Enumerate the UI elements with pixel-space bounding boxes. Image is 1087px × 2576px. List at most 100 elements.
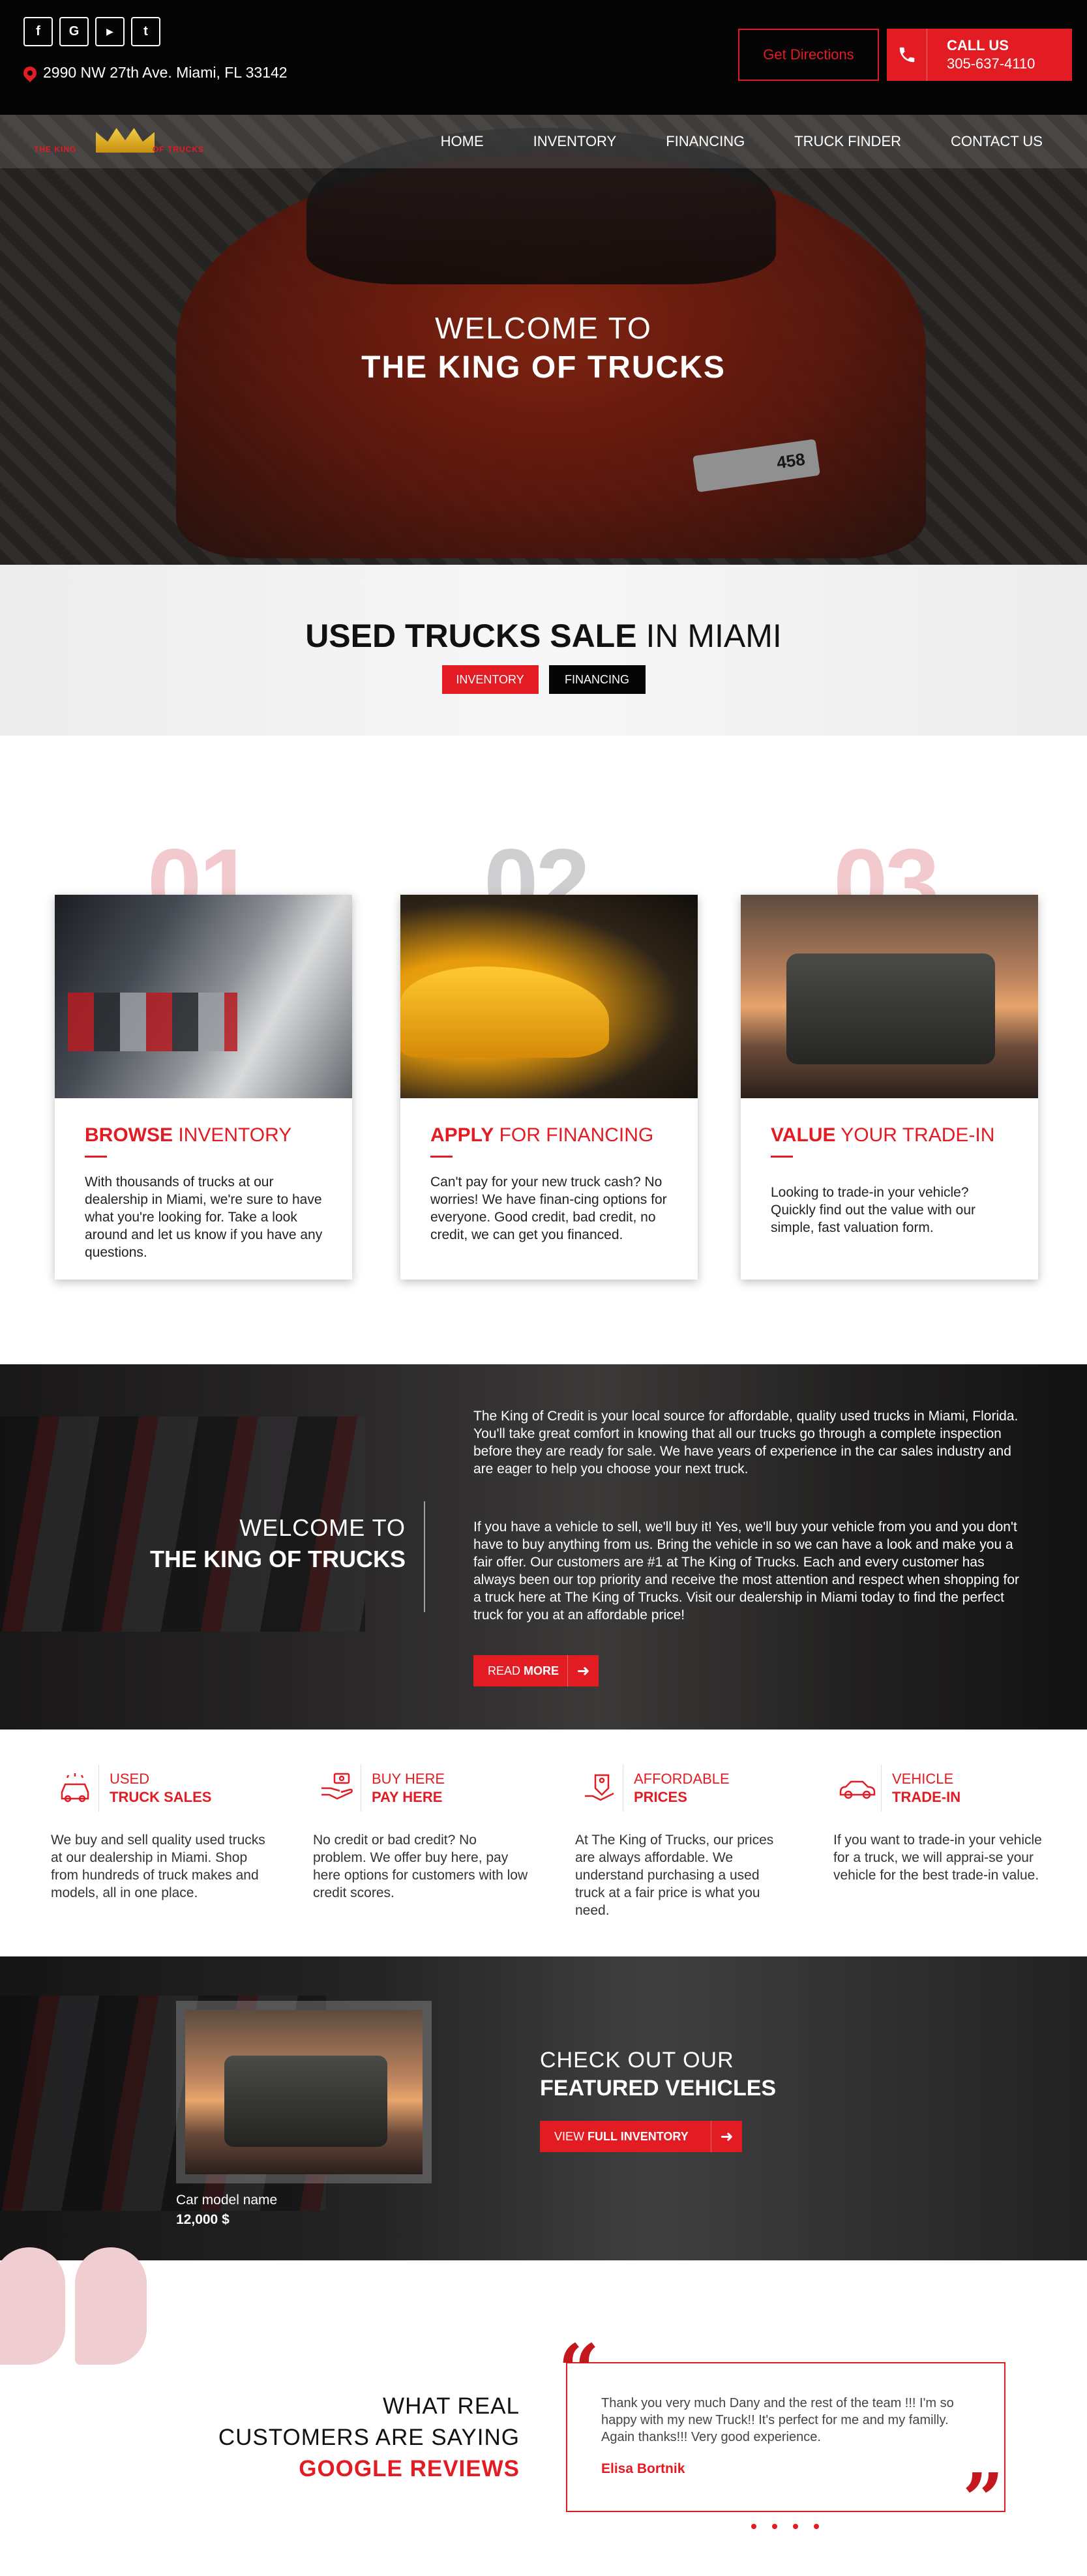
- site-logo[interactable]: THE KING OF TRUCKS: [34, 125, 230, 158]
- card-title: BROWSE INVENTORY: [85, 1124, 352, 1146]
- card-title: APPLY FOR FINANCING: [430, 1124, 698, 1146]
- social-links: f G ▶ t: [23, 17, 160, 46]
- carousel-dot[interactable]: [772, 2524, 777, 2529]
- carousel-dot[interactable]: [793, 2524, 798, 2529]
- service-bottom: TRUCK SALES: [110, 1789, 212, 1805]
- service-text: No credit or bad credit? No problem. We …: [313, 1833, 528, 1900]
- btn-light-text: VIEW: [554, 2129, 585, 2143]
- step-card-trade-in[interactable]: VALUE YOUR TRADE-IN Looking to trade-in …: [741, 895, 1038, 1280]
- reviews-line3: GOOGLE REVIEWS: [299, 2456, 520, 2481]
- btn-light-text: READ: [488, 1664, 521, 1677]
- google-icon[interactable]: G: [59, 17, 89, 46]
- hero-title-line2: THE KING OF TRUCKS: [361, 350, 726, 385]
- welcome-line2: THE KING OF TRUCKS: [150, 1546, 406, 1572]
- car-outline-icon: [833, 1765, 882, 1812]
- nav-contact-us[interactable]: CONTACT US: [926, 133, 1067, 150]
- service-text: At The King of Trucks, our prices are al…: [575, 1833, 774, 1918]
- hand-money-icon: [313, 1765, 361, 1812]
- reviews-line2: CUSTOMERS ARE SAYING: [218, 2425, 520, 2450]
- carousel-dots: [751, 2524, 819, 2529]
- hero-banner: 458 THE KING OF TRUCKS HOME INVENTORY FI…: [0, 115, 1087, 565]
- service-bottom: PRICES: [634, 1789, 687, 1805]
- map-pin-icon: [20, 63, 40, 82]
- close-quote-icon: ”: [962, 2457, 1004, 2541]
- btn-bold-text: MORE: [524, 1664, 559, 1677]
- service-vehicle-trade-in: VEHICLE TRADE-IN If you want to trade-in …: [833, 1765, 1049, 1884]
- step-card-financing[interactable]: APPLY FOR FINANCING Can't pay for your n…: [400, 895, 698, 1280]
- featured-heading: CHECK OUT OUR FEATURED VEHICLES: [540, 2048, 776, 2101]
- address: 2990 NW 27th Ave. Miami, FL 33142: [20, 63, 288, 82]
- read-more-button[interactable]: READ MORE ➜: [473, 1655, 599, 1686]
- get-directions-button[interactable]: Get Directions: [738, 29, 879, 81]
- step-card-browse[interactable]: BROWSE INVENTORY With thousands of truck…: [55, 895, 352, 1280]
- car-wash-icon: [51, 1765, 99, 1812]
- logo-text-left: THE KING: [34, 145, 77, 154]
- card-divider: [85, 1156, 107, 1158]
- nav-truck-finder[interactable]: TRUCK FINDER: [769, 133, 926, 150]
- card-title-rest: FOR FINANCING: [494, 1124, 654, 1146]
- carousel-dot[interactable]: [814, 2524, 819, 2529]
- facebook-icon[interactable]: f: [23, 17, 53, 46]
- nav-home[interactable]: HOME: [416, 133, 509, 150]
- hero-title-line1: WELCOME TO: [435, 311, 652, 345]
- card-title-bold: VALUE: [771, 1124, 836, 1146]
- service-top: USED: [110, 1771, 150, 1787]
- featured-line2: FEATURED VEHICLES: [540, 2076, 777, 2101]
- card-divider: [430, 1156, 453, 1158]
- services-section: USED TRUCK SALES We buy and sell quality …: [0, 1730, 1087, 1956]
- carousel-dot[interactable]: [751, 2524, 756, 2529]
- financing-button[interactable]: FINANCING: [548, 665, 646, 694]
- quote-decoration-icon: [0, 2247, 156, 2371]
- inventory-button[interactable]: INVENTORY: [441, 665, 539, 694]
- call-us-button[interactable]: CALL US 305-637-4110: [887, 29, 1072, 81]
- price-tag-hand-icon: [575, 1765, 623, 1812]
- crown-icon: [96, 128, 155, 153]
- card-title-bold: BROWSE: [85, 1124, 173, 1146]
- steps-section: 01 02 03 BROWSE INVENTORY With thousands…: [0, 736, 1087, 1364]
- open-quote-icon: “: [558, 2328, 600, 2412]
- lineup-cars-image: [55, 895, 352, 1098]
- nav-inventory[interactable]: INVENTORY: [509, 133, 642, 150]
- service-top: BUY HERE: [372, 1771, 445, 1787]
- phone-icon: [887, 29, 927, 81]
- card-title-rest: INVENTORY: [173, 1124, 292, 1146]
- service-used-truck-sales: USED TRUCK SALES We buy and sell quality …: [51, 1765, 266, 1902]
- service-text: We buy and sell quality used trucks at o…: [51, 1833, 265, 1900]
- service-bottom: TRADE-IN: [892, 1789, 961, 1805]
- view-full-inventory-button[interactable]: VIEW FULL INVENTORY ➜: [540, 2121, 742, 2152]
- twitter-icon[interactable]: t: [131, 17, 160, 46]
- heading-rest: IN MIAMI: [636, 618, 782, 654]
- logo-text-right: OF TRUCKS: [153, 145, 204, 154]
- service-top: VEHICLE: [892, 1771, 954, 1787]
- welcome-heading: WELCOME TO THE KING OF TRUCKS: [150, 1514, 406, 1573]
- main-navbar: THE KING OF TRUCKS HOME INVENTORY FINANC…: [0, 115, 1087, 168]
- reviews-section: WHAT REAL CUSTOMERS ARE SAYING GOOGLE RE…: [0, 2247, 1087, 2576]
- btn-bold-text: FULL INVENTORY: [588, 2129, 689, 2143]
- review-card: Thank you very much Dany and the rest of…: [566, 2362, 1005, 2512]
- car-price: 12,000 $: [176, 2212, 230, 2227]
- truck-image: [741, 895, 1038, 1098]
- address-text: 2990 NW 27th Ave. Miami, FL 33142: [43, 64, 288, 81]
- car-model-name: Car model name: [176, 2193, 278, 2208]
- card-divider: [771, 1156, 793, 1158]
- phone-number: 305-637-4110: [947, 55, 1035, 72]
- review-author: Elisa Bortnik: [601, 2461, 685, 2476]
- service-affordable-prices: AFFORDABLE PRICES At The King of Trucks, …: [575, 1765, 790, 1919]
- service-text: If you want to trade-in your vehicle for…: [833, 1833, 1042, 1883]
- featured-vehicle-photo[interactable]: [185, 2010, 423, 2174]
- card-text: With thousands of trucks at our dealersh…: [85, 1175, 323, 1260]
- arrow-right-icon: ➜: [567, 1655, 599, 1686]
- service-top: AFFORDABLE: [634, 1771, 730, 1787]
- nav-financing[interactable]: FINANCING: [641, 133, 769, 150]
- review-text: Thank you very much Dany and the rest of…: [601, 2396, 954, 2444]
- card-title-bold: APPLY: [430, 1124, 494, 1146]
- call-us-label: CALL US: [947, 37, 1009, 53]
- arrow-right-icon: ➜: [711, 2121, 742, 2152]
- reviews-line1: WHAT REAL: [383, 2393, 520, 2419]
- top-bar: f G ▶ t 2990 NW 27th Ave. Miami, FL 3314…: [0, 0, 1087, 115]
- used-trucks-heading: USED TRUCKS SALE IN MIAMI: [0, 617, 1087, 655]
- youtube-icon[interactable]: ▶: [95, 17, 125, 46]
- used-trucks-section: USED TRUCKS SALE IN MIAMI INVENTORY FINA…: [0, 565, 1087, 736]
- welcome-paragraph-2: If you have a vehicle to sell, we'll buy…: [473, 1520, 1019, 1623]
- welcome-divider: [424, 1501, 425, 1612]
